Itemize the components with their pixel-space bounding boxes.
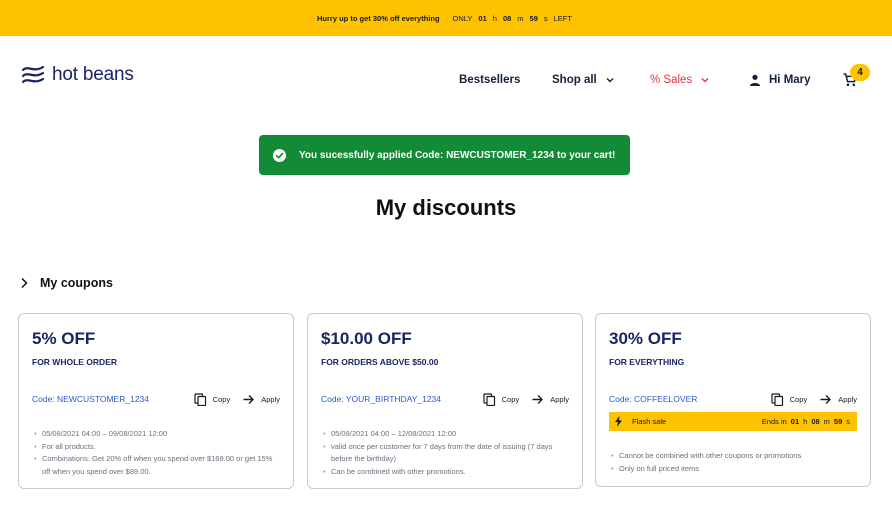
nav-sales[interactable]: % Sales — [650, 71, 709, 89]
countdown-h-unit: h — [492, 13, 497, 23]
coupon-subtitle: FOR WHOLE ORDER — [32, 357, 117, 367]
detail-item: Combinations: Get 20% off when you spend… — [32, 453, 281, 478]
copy-button[interactable]: Copy — [194, 392, 231, 406]
account-greeting: Hi Mary — [769, 74, 811, 86]
cart-button[interactable]: 4 — [843, 64, 871, 92]
nav-sales-label: % Sales — [650, 74, 693, 86]
flash-seconds: 59 — [833, 417, 843, 426]
coupon-code: Code: NEWCUSTOMER_1234 — [32, 394, 149, 404]
my-coupons-toggle[interactable]: My coupons — [20, 276, 113, 290]
arrow-right-icon — [532, 394, 544, 404]
detail-item: For all products. — [32, 441, 281, 454]
apply-button[interactable]: Apply — [819, 393, 857, 406]
copy-button[interactable]: Copy — [771, 392, 808, 406]
coupon-subtitle: FOR EVERYTHING — [609, 357, 685, 367]
apply-button[interactable]: Apply — [531, 393, 569, 406]
coupon-code-row: Code: COFFEELOVER Copy Apply — [609, 391, 857, 407]
detail-item: 05/08/2021 04:00 – 12/08/2021 12:00 — [321, 428, 570, 441]
copy-button[interactable]: Copy — [483, 392, 520, 406]
arrow-right-icon — [243, 394, 255, 404]
coupon-code: Code: YOUR_BIRTHDAY_1234 — [321, 394, 442, 404]
coupon-code: Code: COFFEELOVER — [609, 394, 698, 404]
lightning-icon — [615, 416, 622, 427]
nav-shop-all[interactable]: Shop all — [552, 71, 614, 89]
chevron-right-icon — [21, 277, 28, 289]
detail-item: valid once per customer for 7 days from … — [321, 441, 570, 466]
brand-logo[interactable]: hot beans — [20, 64, 134, 86]
copy-label: Copy — [212, 394, 231, 404]
apply-label: Apply — [838, 394, 857, 404]
detail-item: Only on full priced items — [609, 463, 858, 476]
coupon-code-row: Code: NEWCUSTOMER_1234 Copy Apply — [32, 391, 280, 407]
check-circle-icon — [273, 148, 286, 162]
arrow-right-icon — [820, 394, 832, 404]
coupon-card: $10.00 OFF FOR ORDERS ABOVE $50.00 Code:… — [307, 313, 583, 489]
coupon-card: 30% OFF FOR EVERYTHING Code: COFFEELOVER… — [595, 313, 871, 487]
countdown-hours: 01 — [478, 13, 487, 23]
coupon-code-row: Code: YOUR_BIRTHDAY_1234 Copy Apply — [321, 391, 569, 407]
coupon-details: 05/08/2021 04:00 – 12/08/2021 12:00 vali… — [321, 428, 570, 478]
section-title: My coupons — [40, 276, 113, 290]
logo-icon — [21, 65, 45, 84]
nav-bestsellers-label: Bestsellers — [459, 74, 521, 86]
chevron-down-icon — [701, 78, 709, 83]
brand-name: hot beans — [52, 64, 134, 85]
nav-bestsellers[interactable]: Bestsellers — [459, 71, 520, 89]
coupon-card: 5% OFF FOR WHOLE ORDER Code: NEWCUSTOMER… — [18, 313, 294, 489]
nav-account[interactable]: Hi Mary — [749, 71, 811, 89]
detail-item: Can be combined with other promotions. — [321, 466, 570, 479]
copy-label: Copy — [789, 394, 808, 404]
nav-shop-all-label: Shop all — [552, 74, 597, 86]
countdown-seconds: 59 — [529, 13, 538, 23]
coupon-details: 05/08/2021 04:00 – 09/08/2021 12:00 For … — [32, 428, 281, 478]
detail-item: Cannot be combined with other coupons or… — [609, 450, 858, 463]
flash-hours: 01 — [790, 417, 800, 426]
coupon-amount: 30% OFF — [609, 329, 682, 348]
flash-s-unit: s — [846, 417, 850, 426]
countdown-s-unit: s — [543, 13, 548, 23]
coupon-amount: $10.00 OFF — [321, 329, 412, 348]
apply-label: Apply — [550, 394, 569, 404]
flash-m-unit: m — [823, 417, 830, 426]
copy-icon — [194, 392, 206, 406]
page-title: My discounts — [375, 195, 517, 220]
countdown-minutes: 08 — [502, 13, 512, 23]
coupon-subtitle: FOR ORDERS ABOVE $50.00 — [321, 357, 439, 367]
success-toast: You sucessfully applied Code: NEWCUSTOME… — [259, 135, 630, 175]
cart-count-badge: 4 — [850, 64, 870, 81]
promo-left: LEFT — [553, 13, 572, 23]
flash-ends-in: Ends in — [761, 417, 787, 426]
toast-message: You sucessfully applied Code: NEWCUSTOME… — [299, 149, 616, 161]
chevron-down-icon — [606, 78, 614, 83]
promo-banner: Hurry up to get 30% off everything ONLY … — [0, 0, 892, 36]
promo-message: Hurry up to get 30% off everything — [317, 13, 440, 23]
flash-h-unit: h — [803, 417, 808, 426]
detail-item: 05/08/2021 04:00 – 09/08/2021 12:00 — [32, 428, 281, 441]
flash-sale-bar: Flash sale Ends in 01 h 08 m 59 s — [609, 412, 857, 431]
countdown-m-unit: m — [517, 13, 524, 23]
coupon-amount: 5% OFF — [32, 329, 96, 348]
promo-only: ONLY — [452, 13, 473, 23]
copy-icon — [483, 392, 495, 406]
copy-label: Copy — [501, 394, 520, 404]
copy-icon — [771, 392, 783, 406]
user-icon — [750, 74, 760, 86]
flash-sale-label: Flash sale — [632, 417, 667, 426]
apply-label: Apply — [261, 394, 280, 404]
flash-minutes: 08 — [811, 417, 820, 426]
coupon-details: Cannot be combined with other coupons or… — [609, 450, 858, 475]
apply-button[interactable]: Apply — [242, 393, 280, 406]
